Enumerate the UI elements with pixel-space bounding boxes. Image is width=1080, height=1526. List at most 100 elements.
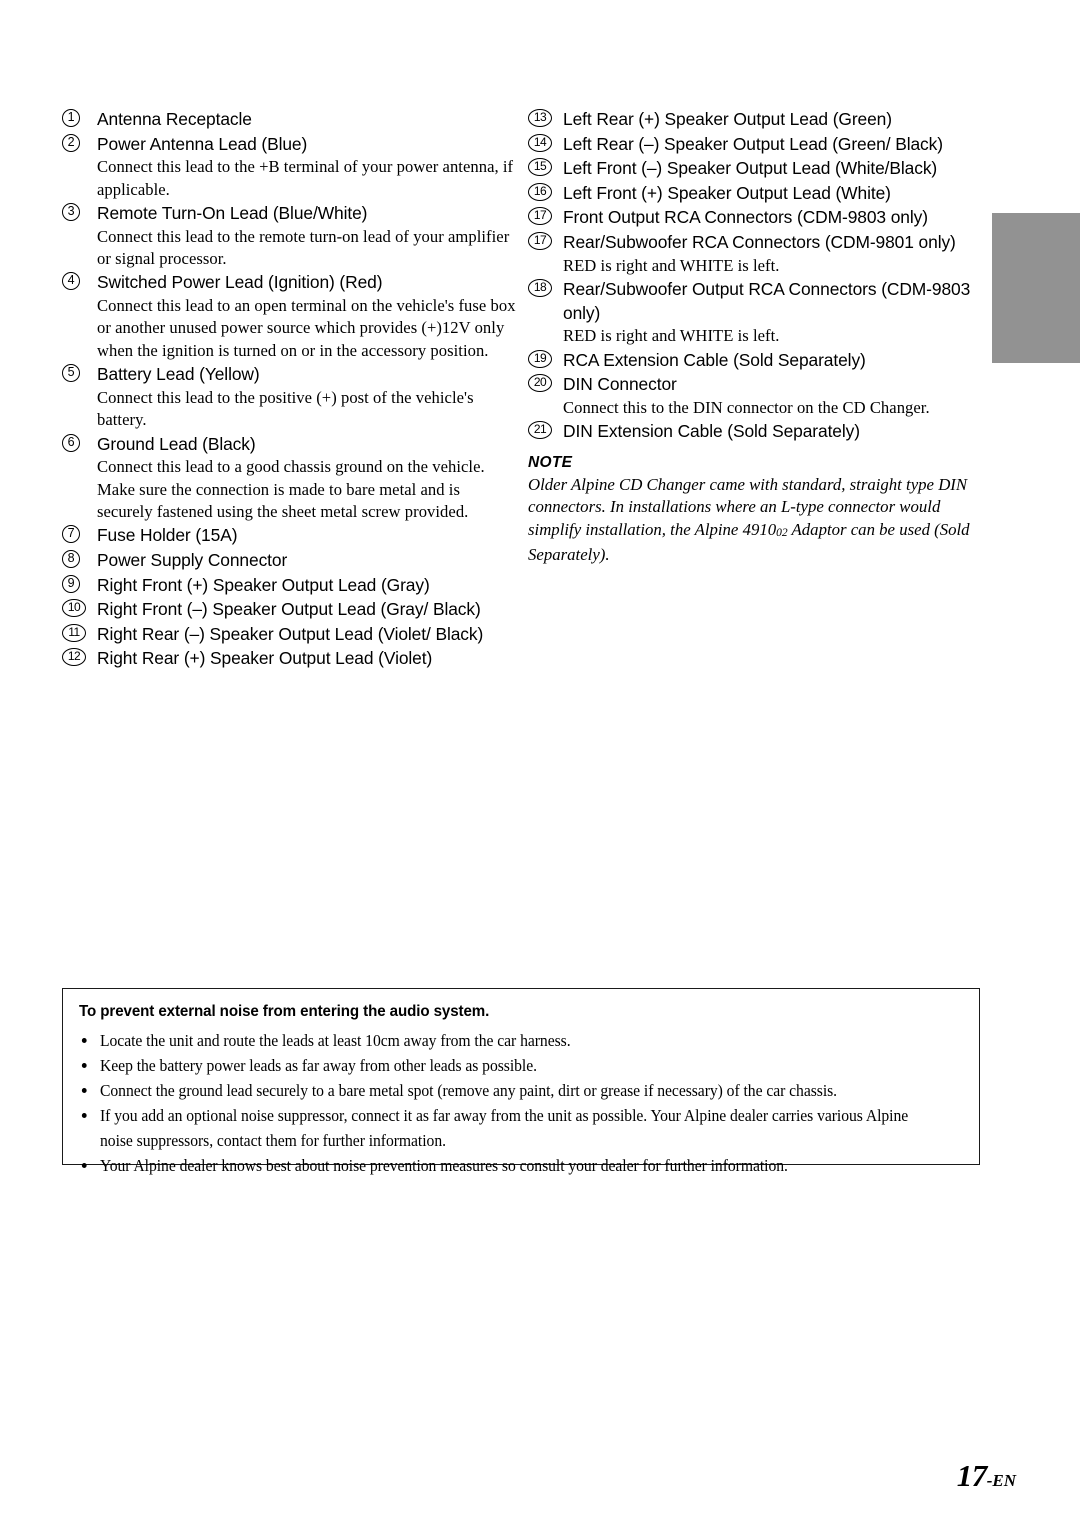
legend-item-number: 4 — [62, 272, 92, 291]
bullet-dot-icon — [81, 1088, 87, 1093]
legend-item-heading: Fuse Holder (15A) — [97, 525, 238, 546]
legend-item-number: 7 — [62, 525, 92, 544]
circled-number-icon: 14 — [528, 133, 552, 152]
circled-number-icon: 12 — [62, 648, 86, 667]
legend-item-number: 5 — [62, 364, 92, 383]
circled-number-icon: 8 — [62, 550, 80, 569]
manual-page: 1 Antenna Receptacle 2 Power Antenna Lead (… — [0, 0, 1080, 1526]
legend-item-number: 19 — [528, 349, 558, 369]
legend-column-right: 13 Left Rear (+) Speaker Output Lead (Gre… — [528, 108, 988, 566]
note-block: NOTE Older Alpine CD Changer came with s… — [528, 452, 988, 566]
legend-item: 13 Left Rear (+) Speaker Output Lead (Gre… — [528, 108, 988, 132]
legend-item-number: 18 — [528, 278, 558, 298]
legend-item: 12 Right Rear (+) Speaker Output Lead (Vi… — [62, 647, 517, 671]
circled-number-icon: 13 — [528, 109, 552, 127]
circled-number-icon: 20 — [528, 374, 552, 393]
legend-item-heading: DIN Connector — [563, 374, 677, 395]
legend-item-number: 6 — [62, 433, 92, 453]
circled-number-icon: 6 — [62, 433, 80, 452]
legend-item: 3 Remote Turn-On Lead (Blue/White) Connect… — [62, 202, 517, 270]
page-folio: 17-EN — [957, 1458, 1016, 1494]
legend-item: 5 Battery Lead (Yellow) Connect this lead … — [62, 363, 517, 431]
legend-item-body: RED is right and WHITE is left. — [563, 326, 780, 346]
legend-item-number: 20 — [528, 374, 558, 393]
legend-item-heading: Battery Lead (Yellow) — [97, 364, 260, 385]
noise-box-list: Locate the unit and route the leads at l… — [79, 1028, 965, 1178]
legend-item: 10 Right Front (–) Speaker Output Lead (G… — [62, 598, 517, 622]
legend-item-number: 8 — [62, 550, 92, 569]
noise-box-bullet: Your Alpine dealer knows best about nois… — [79, 1153, 925, 1178]
noise-box-bullet-text: Connect the ground lead securely to a ba… — [100, 1081, 838, 1100]
circled-number-icon: 3 — [62, 203, 80, 221]
legend-item: 8 Power Supply Connector — [62, 549, 517, 573]
note-body: Older Alpine CD Changer came with standa… — [528, 474, 988, 566]
legend-item-heading: Power Supply Connector — [97, 550, 288, 571]
legend-item: 9 Right Front (+) Speaker Output Lead (Gr… — [62, 574, 517, 598]
circled-number-icon: 17 — [528, 231, 552, 250]
circled-number-icon: 16 — [528, 182, 552, 201]
legend-item-heading: Power Antenna Lead (Blue) — [97, 133, 308, 154]
legend-item-number: 1 — [62, 109, 92, 128]
folio-suffix: -EN — [986, 1471, 1016, 1490]
circled-number-icon: 15 — [528, 158, 552, 177]
noise-box-bullet: Keep the battery power leads as far away… — [79, 1053, 925, 1078]
legend-item-number: 3 — [62, 203, 92, 222]
legend-column-left: 1 Antenna Receptacle 2 Power Antenna Lead (… — [62, 108, 517, 672]
circled-number-icon: 4 — [62, 272, 80, 291]
legend-item-number: 12 — [62, 648, 92, 667]
legend-item-body: Connect this lead to a good chassis grou… — [97, 457, 485, 522]
legend-item: 15 Left Front (–) Speaker Output Lead (Wh… — [528, 157, 988, 181]
legend-item: 11 Right Rear (–) Speaker Output Lead (Vi… — [62, 623, 517, 647]
bullet-dot-icon — [81, 1113, 87, 1118]
legend-item: 7 Fuse Holder (15A) — [62, 524, 517, 548]
legend-item: 6 Ground Lead (Black) Connect this lead to… — [62, 433, 517, 524]
legend-item-number: 16 — [528, 182, 558, 202]
circled-number-icon: 7 — [62, 525, 80, 544]
circled-number-icon: 19 — [528, 349, 552, 368]
note-subscript: 02 — [776, 526, 788, 539]
bullet-dot-icon — [81, 1038, 87, 1043]
legend-item: 18 Rear/Subwoofer Output RCA Connectors (… — [528, 278, 988, 348]
folio-number: 17 — [956, 1458, 988, 1493]
legend-item-heading: Left Front (+) Speaker Output Lead (Whit… — [563, 182, 891, 203]
legend-item-number: 17 — [528, 207, 558, 226]
legend-item-body: Connect this lead to the +B terminal of … — [97, 157, 514, 199]
circled-number-icon: 21 — [528, 421, 552, 440]
legend-item-heading: Front Output RCA Connectors (CDM-9803 on… — [563, 207, 928, 228]
noise-box-title: To prevent external noise from entering … — [79, 1003, 490, 1020]
legend-item: 16 Left Front (+) Speaker Output Lead (Wh… — [528, 182, 988, 206]
legend-item-heading: Antenna Receptacle — [97, 109, 252, 129]
legend-item: 19 RCA Extension Cable (Sold Separately) — [528, 349, 988, 373]
circled-number-icon: 1 — [62, 109, 80, 127]
legend-item-number: 15 — [528, 158, 558, 177]
circled-number-icon: 11 — [62, 623, 86, 642]
noise-box-bullet: Locate the unit and route the leads at l… — [79, 1028, 925, 1053]
legend-item-number: 21 — [528, 421, 558, 440]
circled-number-icon: 2 — [62, 133, 80, 152]
legend-item-body: Connect this lead to an open terminal on… — [97, 296, 516, 360]
legend-item-heading: Rear/Subwoofer Output RCA Connectors (CD… — [563, 278, 971, 323]
legend-item-number: 11 — [62, 623, 92, 643]
bullet-dot-icon — [81, 1063, 87, 1068]
legend-item-heading: Left Rear (+) Speaker Output Lead (Green… — [563, 109, 892, 129]
legend-item: 2 Power Antenna Lead (Blue) Connect this l… — [62, 133, 517, 201]
legend-item-heading: DIN Extension Cable (Sold Separately) — [563, 421, 860, 442]
circled-number-icon: 5 — [62, 364, 80, 383]
legend-item-number: 14 — [528, 133, 558, 153]
legend-item: 1 Antenna Receptacle — [62, 108, 517, 132]
legend-item: 17 Front Output RCA Connectors (CDM-9803 … — [528, 206, 988, 230]
legend-item-heading: Rear/Subwoofer RCA Connectors (CDM-9801 … — [563, 231, 956, 252]
legend-item-body: Connect this to the DIN connector on the… — [563, 397, 930, 417]
circled-number-icon: 18 — [528, 278, 552, 297]
legend-item-number: 17 — [528, 231, 558, 251]
legend-item-number: 2 — [62, 133, 92, 153]
circled-number-icon: 17 — [528, 207, 552, 226]
legend-item: 14 Left Rear (–) Speaker Output Lead (Gre… — [528, 133, 988, 157]
noise-prevention-box: To prevent external noise from entering … — [62, 988, 980, 1175]
noise-box-bullet: Connect the ground lead securely to a ba… — [79, 1078, 925, 1103]
noise-box-bullet-text: If you add an optional noise suppressor,… — [100, 1106, 909, 1150]
legend-item-number: 13 — [528, 109, 558, 128]
bullet-dot-icon — [81, 1163, 87, 1168]
noise-box-bullet: If you add an optional noise suppressor,… — [79, 1103, 925, 1153]
chapter-thumb-tab — [992, 213, 1080, 363]
